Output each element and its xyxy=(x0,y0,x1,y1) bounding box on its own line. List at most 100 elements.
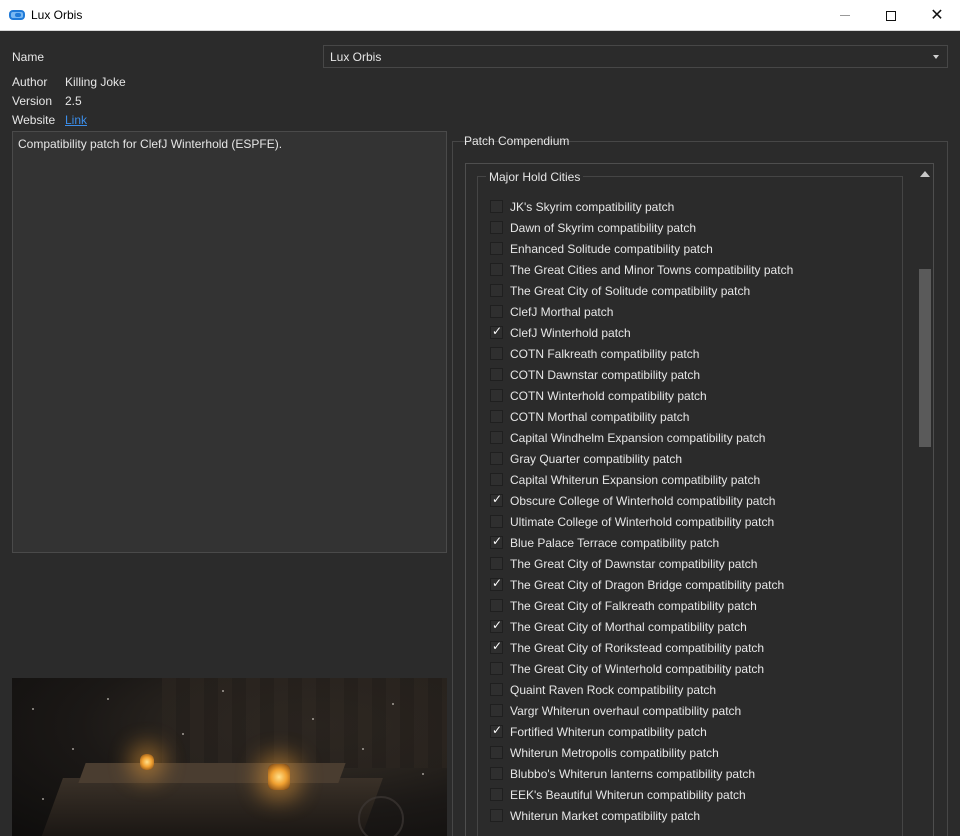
patch-checkbox[interactable] xyxy=(490,704,503,717)
maximize-button[interactable] xyxy=(868,0,914,31)
patch-checkbox[interactable] xyxy=(490,389,503,402)
compendium-scroll-panel[interactable]: Major Hold Cities JK's Skyrim compatibil… xyxy=(465,163,934,836)
patch-checkbox[interactable] xyxy=(490,431,503,444)
close-button[interactable]: ✕ xyxy=(914,0,960,31)
patch-label: Blubbo's Whiterun lanterns compatibility… xyxy=(510,766,756,781)
patch-checkbox[interactable] xyxy=(490,557,503,570)
close-icon: ✕ xyxy=(930,6,944,24)
patch-checkbox[interactable] xyxy=(490,492,503,507)
patch-row[interactable]: COTN Dawnstar compatibility patch xyxy=(490,364,890,385)
window-title: Lux Orbis xyxy=(31,8,83,22)
patch-checkbox[interactable] xyxy=(490,534,503,549)
patch-checkbox[interactable] xyxy=(490,767,503,780)
patch-row[interactable]: Quaint Raven Rock compatibility patch xyxy=(490,679,890,700)
patch-label: Quaint Raven Rock compatibility patch xyxy=(510,682,717,697)
patch-row[interactable]: Gray Quarter compatibility patch xyxy=(490,448,890,469)
patch-checkbox[interactable] xyxy=(490,723,503,738)
patch-row[interactable]: ClefJ Winterhold patch xyxy=(490,322,890,343)
website-label: Website xyxy=(12,113,56,127)
patch-checkbox[interactable] xyxy=(490,746,503,759)
website-link[interactable]: Link xyxy=(65,113,87,127)
patch-row[interactable]: The Great City of Dragon Bridge compatib… xyxy=(490,574,890,595)
patch-row[interactable]: Whiterun Market compatibility patch xyxy=(490,805,890,826)
patch-label: Fortified Whiterun compatibility patch xyxy=(510,724,707,739)
patch-checkbox[interactable] xyxy=(490,410,503,423)
patch-checkbox[interactable] xyxy=(490,347,503,360)
description-text: Compatibility patch for ClefJ Winterhold… xyxy=(18,137,283,151)
patch-checkbox[interactable] xyxy=(490,515,503,528)
patch-row[interactable]: Vargr Whiterun overhaul compatibility pa… xyxy=(490,700,890,721)
patch-row[interactable]: Fortified Whiterun compatibility patch xyxy=(490,721,890,742)
patch-checkbox[interactable] xyxy=(490,809,503,822)
patch-checkbox[interactable] xyxy=(490,576,503,591)
name-dropdown[interactable]: Lux Orbis xyxy=(323,45,948,68)
preview-step xyxy=(78,763,346,783)
patch-label: The Great City of Morthal compatibility … xyxy=(510,619,747,634)
title-bar: Lux Orbis ✕ xyxy=(0,0,960,31)
patch-label: The Great City of Solitude compatibility… xyxy=(510,283,751,298)
patch-checkbox[interactable] xyxy=(490,618,503,633)
patch-label: Whiterun Market compatibility patch xyxy=(510,808,701,823)
minimize-button[interactable] xyxy=(822,0,868,31)
patch-checkbox[interactable] xyxy=(490,324,503,339)
patch-checkbox[interactable] xyxy=(490,242,503,255)
patch-label: The Great City of Falkreath compatibilit… xyxy=(510,598,757,613)
patch-checkbox[interactable] xyxy=(490,368,503,381)
patch-row[interactable]: ClefJ Morthal patch xyxy=(490,301,890,322)
description-box[interactable]: Compatibility patch for ClefJ Winterhold… xyxy=(12,131,447,553)
patch-row[interactable]: Capital Whiterun Expansion compatibility… xyxy=(490,469,890,490)
patch-label: Capital Windhelm Expansion compatibility… xyxy=(510,430,766,445)
group-title: Major Hold Cities xyxy=(486,170,584,184)
patch-label: Obscure College of Winterhold compatibil… xyxy=(510,493,776,508)
preview-wall xyxy=(162,678,447,768)
snowflake xyxy=(72,748,74,750)
patch-row[interactable]: The Great Cities and Minor Towns compati… xyxy=(490,259,890,280)
patch-row[interactable]: Ultimate College of Winterhold compatibi… xyxy=(490,511,890,532)
patch-row[interactable]: EEK's Beautiful Whiterun compatibility p… xyxy=(490,784,890,805)
patch-row[interactable]: COTN Morthal compatibility patch xyxy=(490,406,890,427)
patch-row[interactable]: Blubbo's Whiterun lanterns compatibility… xyxy=(490,763,890,784)
patch-checkbox[interactable] xyxy=(490,639,503,654)
patch-label: COTN Morthal compatibility patch xyxy=(510,409,690,424)
patch-row[interactable]: Dawn of Skyrim compatibility patch xyxy=(490,217,890,238)
patch-checkbox[interactable] xyxy=(490,683,503,696)
patch-checkbox[interactable] xyxy=(490,662,503,675)
patch-row[interactable]: The Great City of Falkreath compatibilit… xyxy=(490,595,890,616)
patch-checkbox[interactable] xyxy=(490,200,503,213)
patch-label: COTN Dawnstar compatibility patch xyxy=(510,367,701,382)
patch-row[interactable]: The Great City of Winterhold compatibili… xyxy=(490,658,890,679)
snowflake xyxy=(32,708,34,710)
patch-row[interactable]: Whiterun Metropolis compatibility patch xyxy=(490,742,890,763)
patch-row[interactable]: Blue Palace Terrace compatibility patch xyxy=(490,532,890,553)
patch-row[interactable]: Enhanced Solitude compatibility patch xyxy=(490,238,890,259)
scrollbar-thumb[interactable] xyxy=(919,269,931,447)
patch-checkbox[interactable] xyxy=(490,263,503,276)
patch-checkbox[interactable] xyxy=(490,788,503,801)
patch-checkbox[interactable] xyxy=(490,473,503,486)
patch-label: The Great City of Winterhold compatibili… xyxy=(510,661,765,676)
patch-row[interactable]: COTN Falkreath compatibility patch xyxy=(490,343,890,364)
patch-row[interactable]: JK's Skyrim compatibility patch xyxy=(490,196,890,217)
patch-label: The Great Cities and Minor Towns compati… xyxy=(510,262,794,277)
patch-row[interactable]: The Great City of Rorikstead compatibili… xyxy=(490,637,890,658)
patch-label: ClefJ Winterhold patch xyxy=(510,325,631,340)
patch-checkbox[interactable] xyxy=(490,221,503,234)
patch-label: COTN Winterhold compatibility patch xyxy=(510,388,707,403)
patch-row[interactable]: The Great City of Dawnstar compatibility… xyxy=(490,553,890,574)
patch-checkbox[interactable] xyxy=(490,305,503,318)
patch-row[interactable]: The Great City of Solitude compatibility… xyxy=(490,280,890,301)
version-value: 2.5 xyxy=(65,94,82,108)
patch-row[interactable]: Capital Windhelm Expansion compatibility… xyxy=(490,427,890,448)
vertical-scrollbar[interactable] xyxy=(916,164,933,836)
scroll-up-icon[interactable] xyxy=(920,171,930,177)
patch-checkbox[interactable] xyxy=(490,452,503,465)
patch-row[interactable]: The Great City of Morthal compatibility … xyxy=(490,616,890,637)
patch-checkbox[interactable] xyxy=(490,599,503,612)
patch-row[interactable]: Obscure College of Winterhold compatibil… xyxy=(490,490,890,511)
patch-label: The Great City of Dragon Bridge compatib… xyxy=(510,577,785,592)
chevron-down-icon xyxy=(933,55,939,59)
patch-checkbox[interactable] xyxy=(490,284,503,297)
patch-label: Enhanced Solitude compatibility patch xyxy=(510,241,713,256)
patch-label: EEK's Beautiful Whiterun compatibility p… xyxy=(510,787,746,802)
patch-row[interactable]: COTN Winterhold compatibility patch xyxy=(490,385,890,406)
